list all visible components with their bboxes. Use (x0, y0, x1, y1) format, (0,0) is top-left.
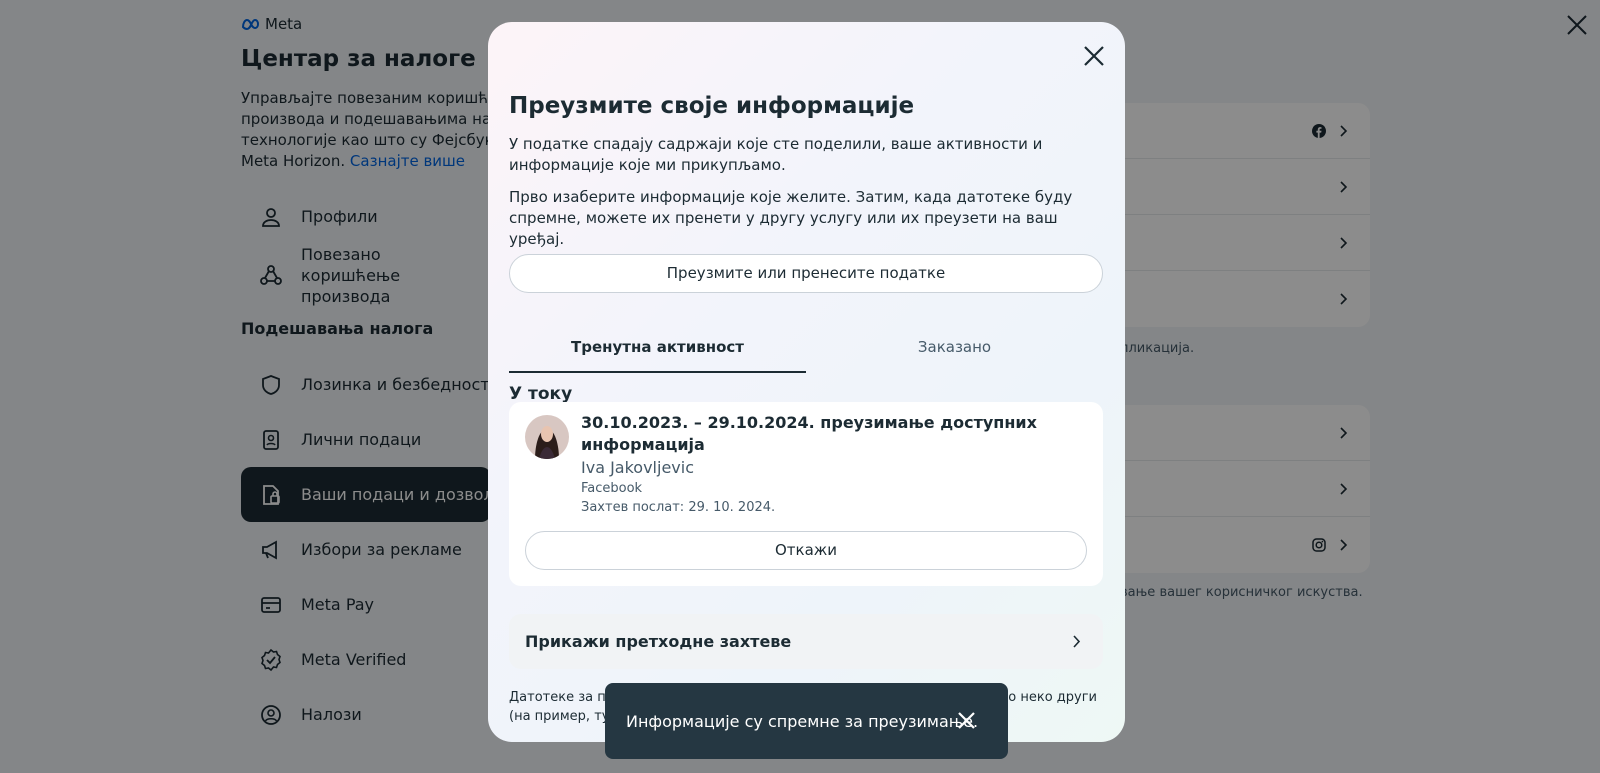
in-progress-title: У току (509, 384, 573, 404)
toast-message: Информације су спремне за преузимање. (626, 711, 979, 731)
tab-scheduled[interactable]: Заказано (806, 322, 1103, 373)
dialog-title: Преузмите своје информације (509, 93, 915, 119)
download-request-card: 30.10.2023. – 29.10.2024. преузимање дос… (509, 402, 1103, 586)
ready-toast: Информације су спремне за преузимање. (605, 683, 1008, 759)
download-info-dialog: Преузмите своје информације У податке сп… (488, 22, 1125, 742)
request-sent-date: Захтев послат: 29. 10. 2024. (581, 500, 776, 515)
close-toast-icon[interactable] (957, 711, 976, 730)
profile-photo-icon (525, 415, 569, 459)
dialog-description-1: У податке спадају садржаји које сте поде… (509, 135, 1043, 174)
avatar (525, 415, 569, 459)
tab-current-activity[interactable]: Тренутна активност (509, 322, 806, 373)
cancel-request-button[interactable]: Откажи (525, 531, 1087, 570)
dialog-description-2: Прво изаберите информације које желите. … (509, 188, 1073, 248)
download-transfer-button[interactable]: Преузмите или пренесите податке (509, 254, 1103, 293)
show-previous-requests-button[interactable]: Прикажи претходне захтеве (509, 614, 1103, 669)
request-title: 30.10.2023. – 29.10.2024. преузимање дос… (581, 413, 1037, 454)
request-source: Facebook (581, 481, 643, 496)
request-account-name: Iva Jakovljevic (581, 458, 694, 477)
close-dialog-icon[interactable] (1083, 45, 1105, 67)
activity-tabs: Тренутна активност Заказано (509, 322, 1103, 373)
chevron-right-icon (1073, 635, 1081, 648)
